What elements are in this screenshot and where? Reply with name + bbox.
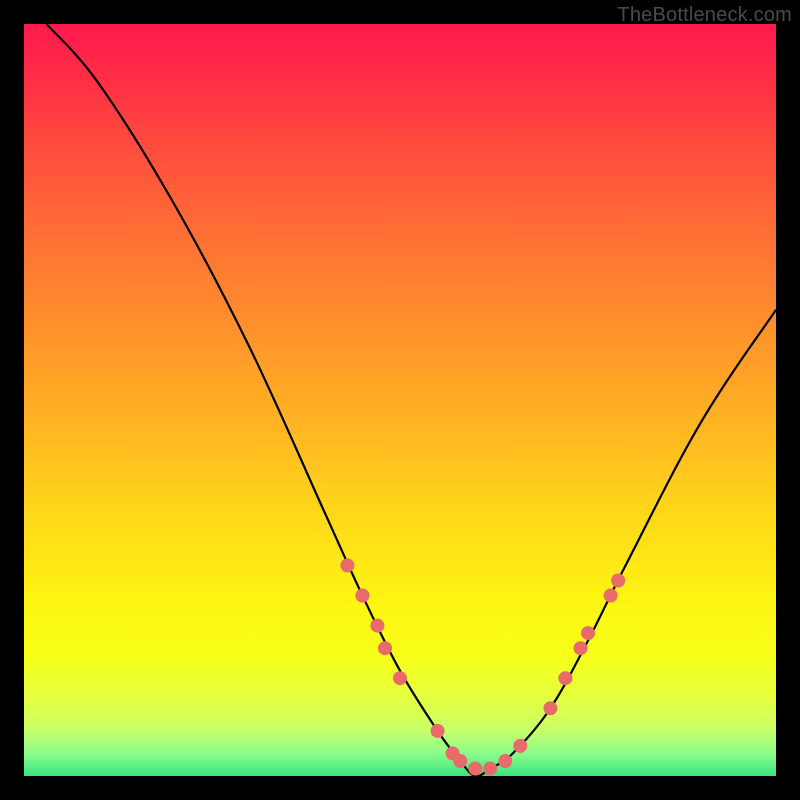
highlight-dot — [498, 754, 512, 768]
highlight-dot — [513, 739, 527, 753]
highlight-dot — [558, 671, 572, 685]
chart-svg — [24, 24, 776, 776]
highlight-dot — [604, 589, 618, 603]
highlight-dot — [611, 574, 625, 588]
highlight-dot — [431, 724, 445, 738]
highlight-dot — [370, 619, 384, 633]
curve-path — [47, 24, 776, 776]
watermark-text: TheBottleneck.com — [617, 4, 792, 27]
highlight-dot — [483, 762, 497, 776]
highlight-dot — [574, 641, 588, 655]
highlight-dot — [581, 626, 595, 640]
highlight-dot — [378, 641, 392, 655]
highlight-dot — [393, 671, 407, 685]
chart-frame — [24, 24, 776, 776]
highlight-markers — [340, 558, 625, 775]
highlight-dot — [340, 558, 354, 572]
highlight-dot — [543, 701, 557, 715]
highlight-dot — [355, 589, 369, 603]
highlight-dot — [453, 754, 467, 768]
highlight-dot — [468, 762, 482, 776]
